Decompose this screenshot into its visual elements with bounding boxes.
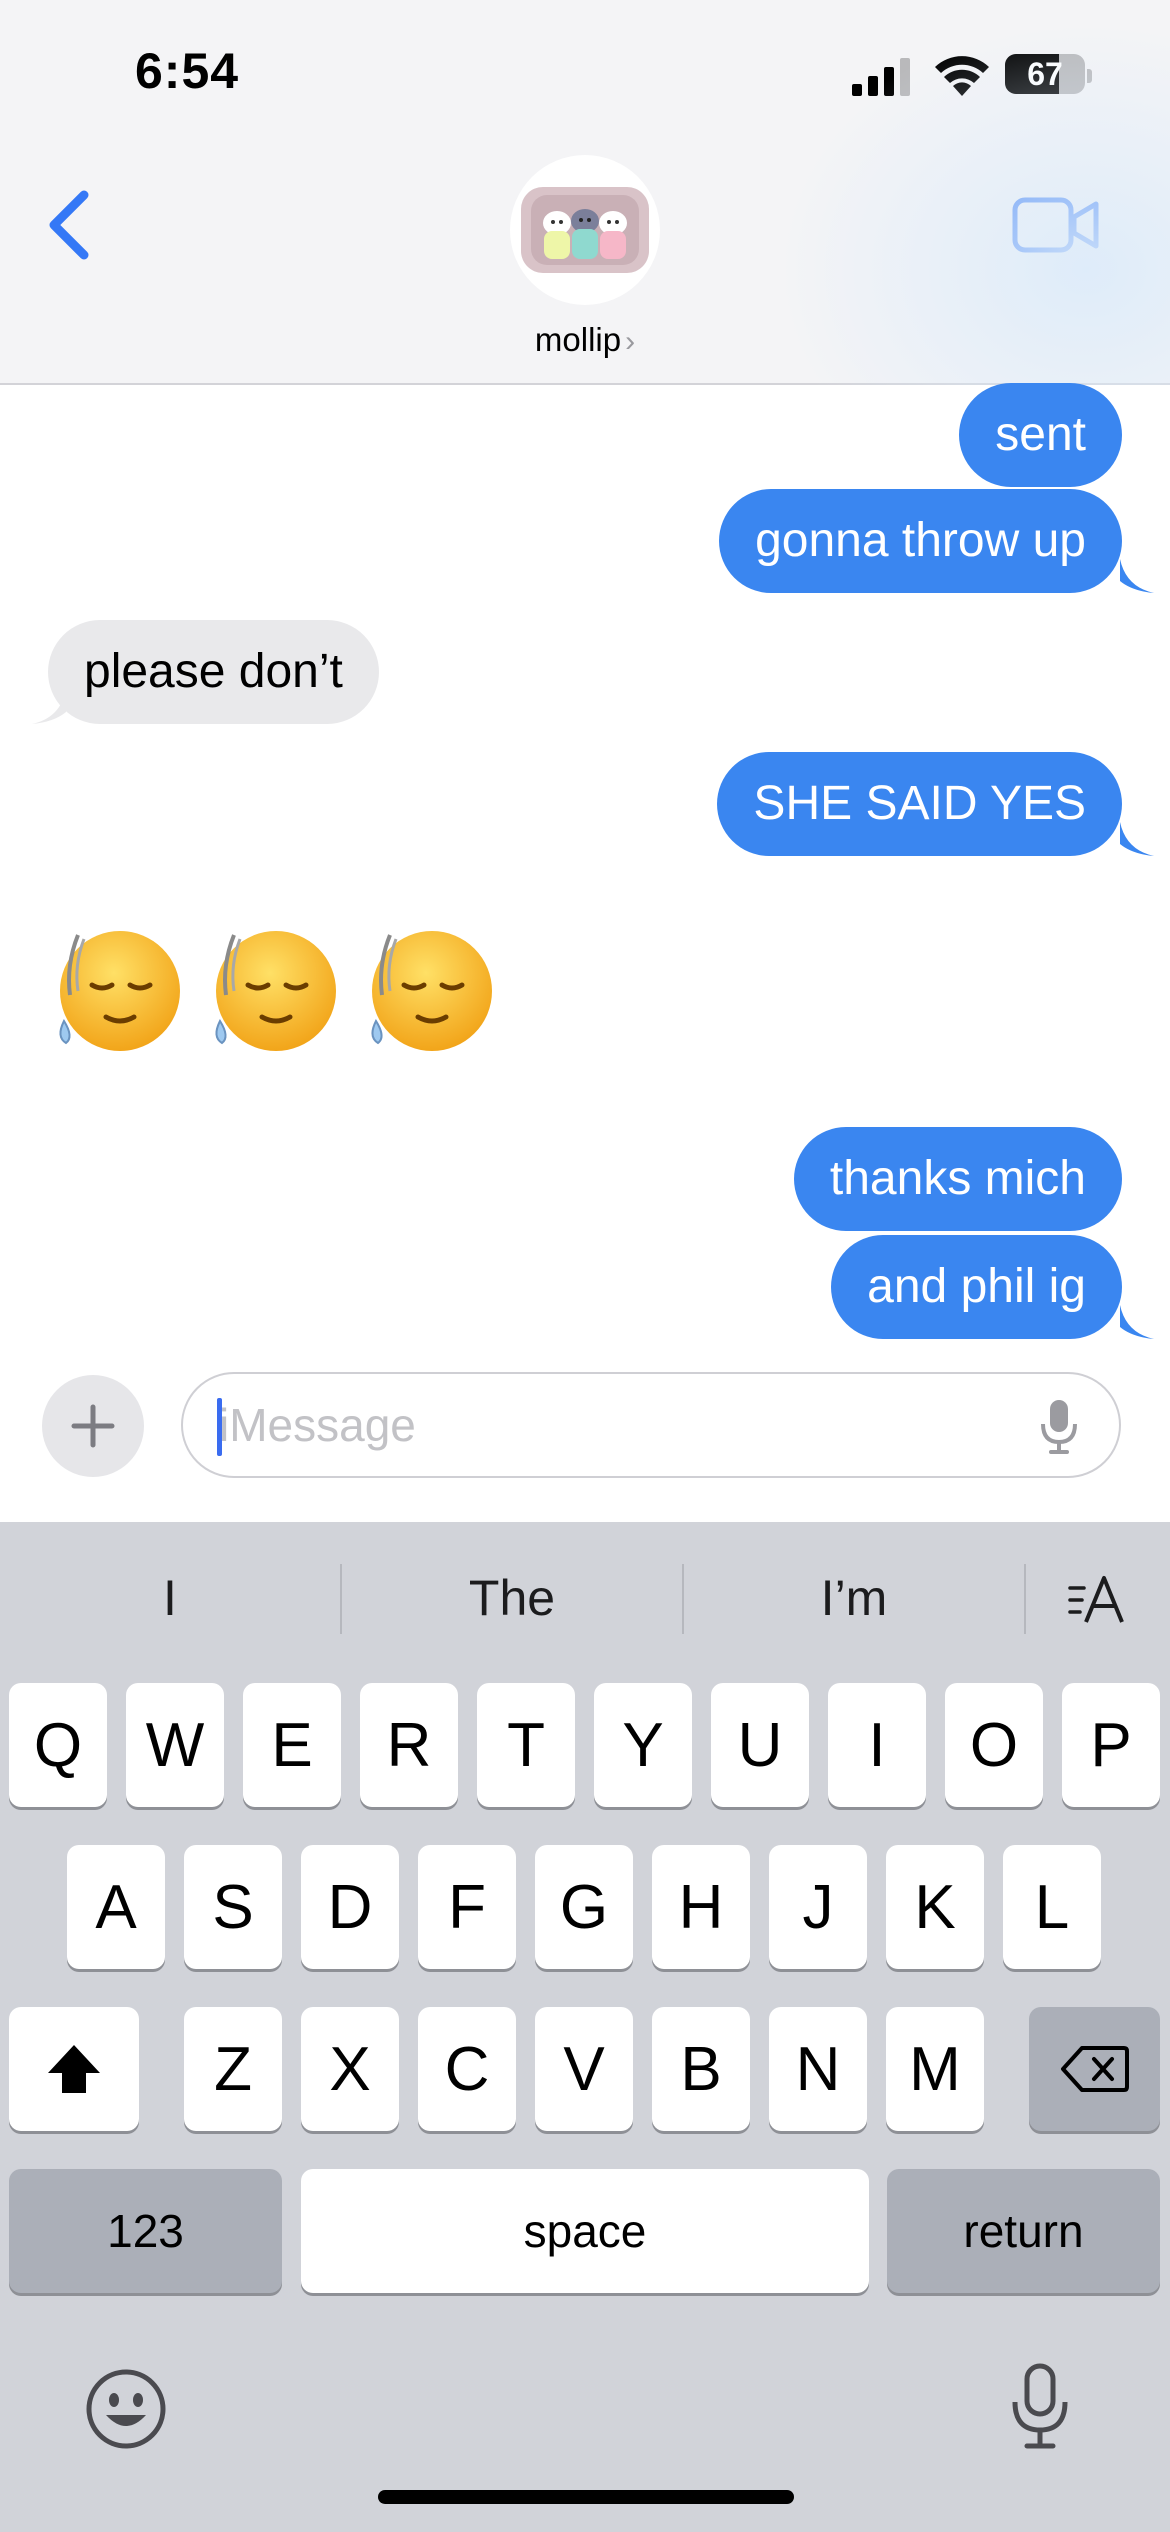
key-l[interactable]: L [1003, 1845, 1101, 1969]
key-y[interactable]: Y [594, 1683, 692, 1807]
numbers-key[interactable]: 123 [9, 2169, 282, 2293]
message-bubble[interactable]: please don’t [48, 620, 379, 724]
wifi-icon [935, 56, 989, 96]
message-bubble[interactable]: gonna throw up [719, 489, 1122, 593]
key-m[interactable]: M [886, 2007, 984, 2131]
key-q[interactable]: Q [9, 1683, 107, 1807]
key-r[interactable]: R [360, 1683, 458, 1807]
battery-icon: 67 [1005, 52, 1092, 98]
delete-icon [1060, 2046, 1129, 2092]
key-j[interactable]: J [769, 1845, 867, 1969]
key-v[interactable]: V [535, 2007, 633, 2131]
apps-plus-button[interactable] [42, 1375, 144, 1477]
key-d[interactable]: D [301, 1845, 399, 1969]
contact-avatar[interactable] [510, 155, 660, 305]
back-chevron-icon[interactable] [40, 185, 100, 265]
bubble-tail [1120, 559, 1154, 593]
relieved-face-with-sweat-icon[interactable] [52, 925, 182, 1055]
key-w[interactable]: W [126, 1683, 224, 1807]
key-f[interactable]: F [418, 1845, 516, 1969]
avatar-image [521, 187, 649, 273]
message-compose-field[interactable] [181, 1372, 1121, 1478]
text-style-icon[interactable] [1066, 1572, 1128, 1628]
key-n[interactable]: N [769, 2007, 867, 2131]
key-g[interactable]: G [535, 1845, 633, 1969]
contact-name: mollip [534, 321, 622, 358]
key-p[interactable]: P [1062, 1683, 1160, 1807]
relieved-face-with-sweat-icon[interactable] [208, 925, 338, 1055]
message-bubble[interactable]: SHE SAID YES [717, 752, 1122, 856]
key-h[interactable]: H [652, 1845, 750, 1969]
status-time: 6:54 [135, 43, 240, 99]
key-t[interactable]: T [477, 1683, 575, 1807]
relieved-face-with-sweat-icon[interactable] [364, 925, 494, 1055]
return-key[interactable]: return [887, 2169, 1160, 2293]
bubble-tail [1120, 822, 1154, 856]
key-i[interactable]: I [828, 1683, 926, 1807]
battery-level: 67 [1027, 56, 1063, 92]
contact-name-button[interactable]: mollip › [0, 321, 1170, 359]
key-x[interactable]: X [301, 2007, 399, 2131]
message-bubble[interactable]: and phil ig [831, 1235, 1122, 1339]
key-a[interactable]: A [67, 1845, 165, 1969]
key-k[interactable]: K [886, 1845, 984, 1969]
home-indicator [378, 2490, 794, 2504]
suggestion-2[interactable]: The [342, 1522, 682, 1674]
messages-screen: 6:54 67 mollip › sent gonna throw up ple… [0, 0, 1170, 2532]
key-o[interactable]: O [945, 1683, 1043, 1807]
microphone-icon[interactable] [1039, 1398, 1079, 1454]
emoji-icon[interactable] [84, 2367, 168, 2451]
video-camera-icon[interactable] [1012, 195, 1100, 255]
delete-key[interactable] [1029, 2007, 1160, 2131]
keyboard: I The I’m Q W E R T Y U I O P A S D F G … [0, 1522, 1170, 2532]
bubble-tail [1120, 1305, 1154, 1339]
chevron-right-icon: › [625, 325, 636, 358]
dictation-microphone-icon[interactable] [1005, 2362, 1075, 2452]
emoji-message [52, 925, 494, 1065]
message-input[interactable] [219, 1374, 999, 1476]
key-c[interactable]: C [418, 2007, 516, 2131]
message-bubble[interactable]: sent [959, 383, 1122, 487]
cellular-signal-icon [852, 58, 910, 96]
space-key[interactable]: space [301, 2169, 869, 2293]
suggestion-3[interactable]: I’m [684, 1522, 1024, 1674]
key-e[interactable]: E [243, 1683, 341, 1807]
shift-key[interactable] [9, 2007, 139, 2131]
message-bubble[interactable]: thanks mich [793, 1127, 1122, 1231]
plus-icon [71, 1404, 115, 1448]
conversation-header: 6:54 67 mollip › [0, 0, 1170, 385]
text-cursor [217, 1398, 222, 1456]
key-s[interactable]: S [184, 1845, 282, 1969]
suggestion-1[interactable]: I [0, 1522, 340, 1674]
shift-icon [48, 2045, 100, 2093]
key-b[interactable]: B [652, 2007, 750, 2131]
key-u[interactable]: U [711, 1683, 809, 1807]
key-z[interactable]: Z [184, 2007, 282, 2131]
bubble-tail [32, 690, 66, 724]
